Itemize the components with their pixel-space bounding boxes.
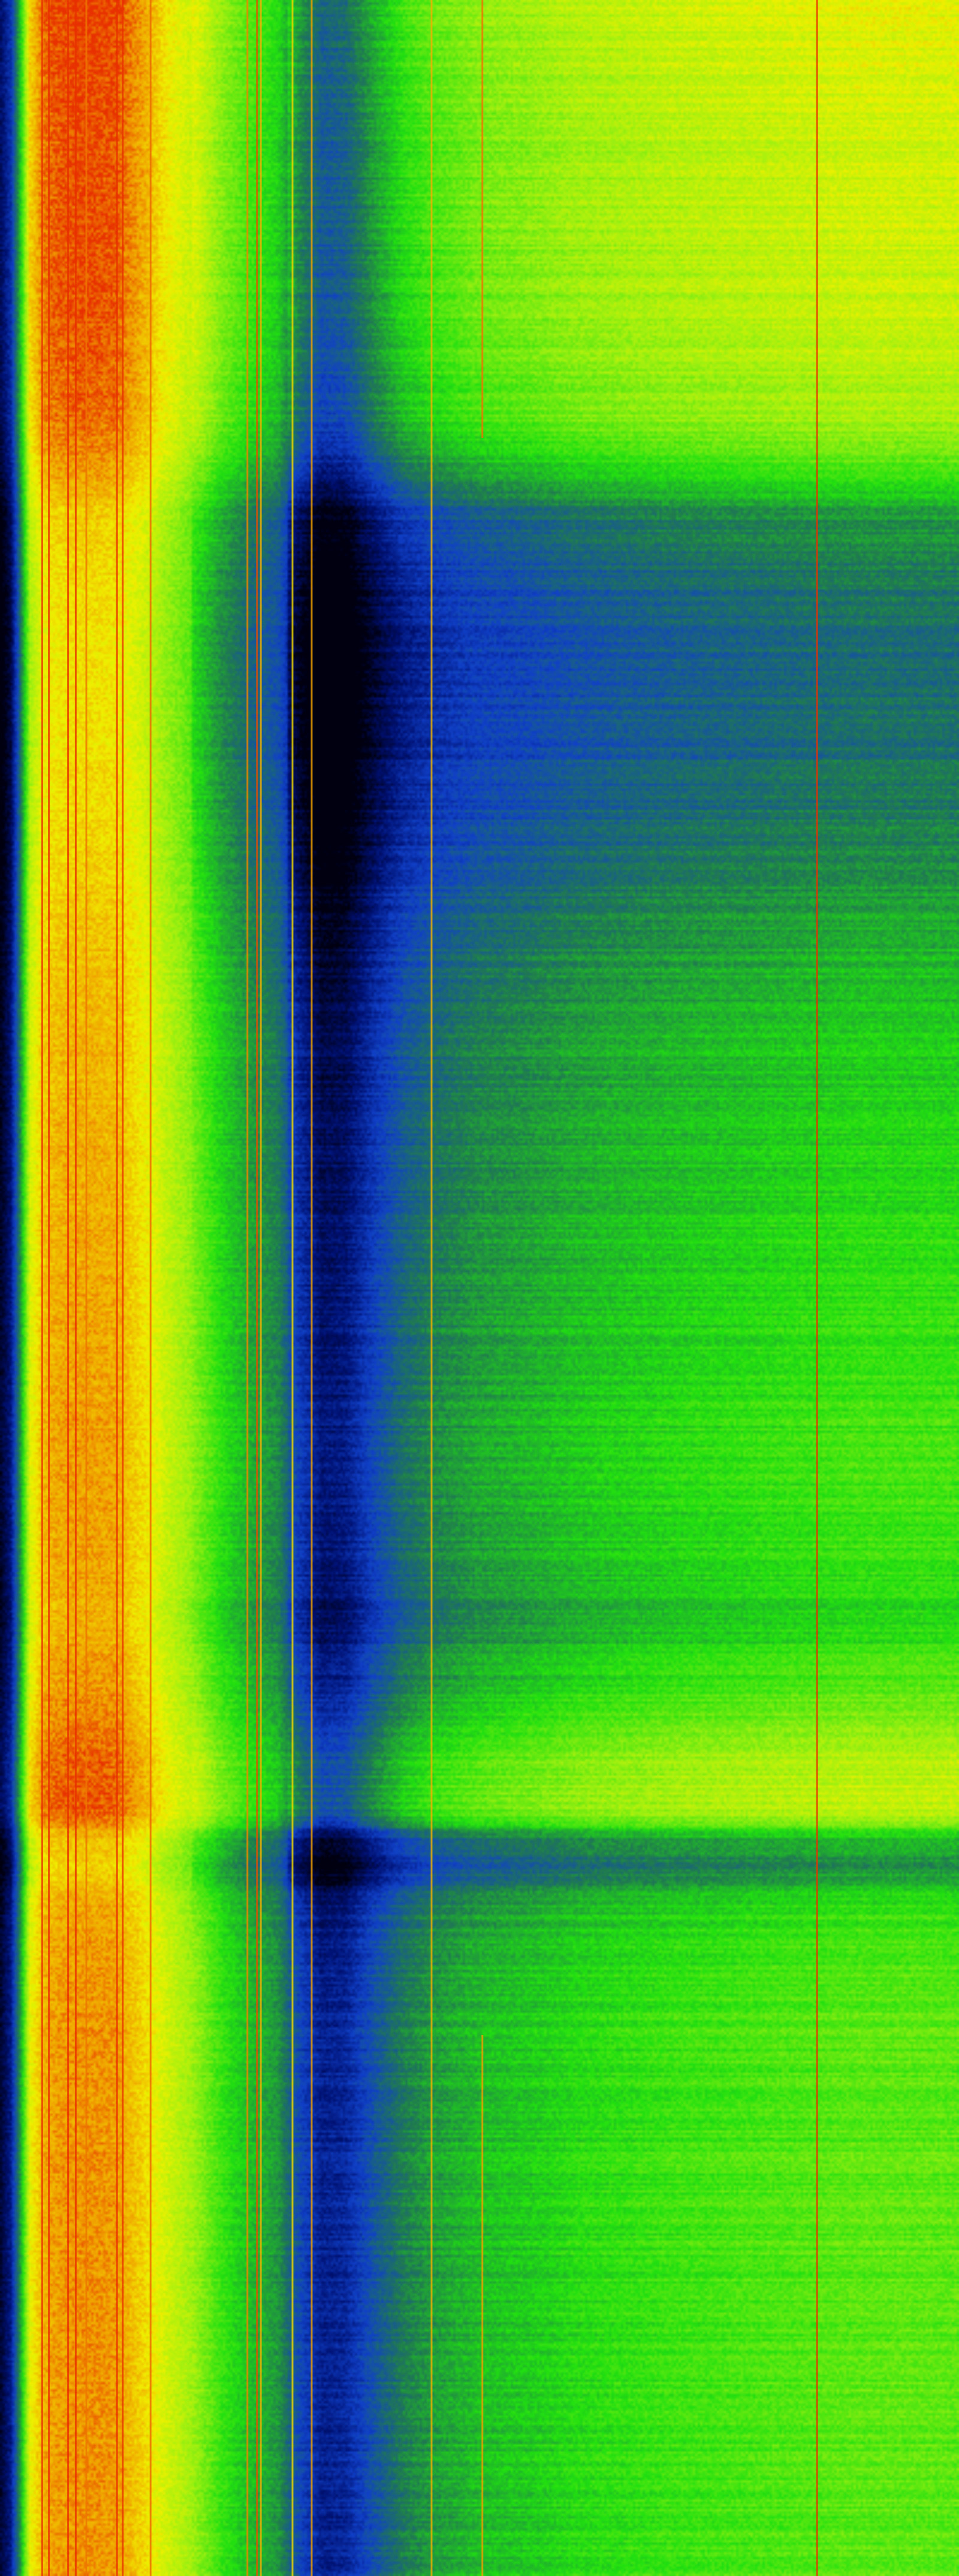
heatmap-plot (0, 0, 959, 2576)
heatmap-image (0, 0, 959, 2576)
